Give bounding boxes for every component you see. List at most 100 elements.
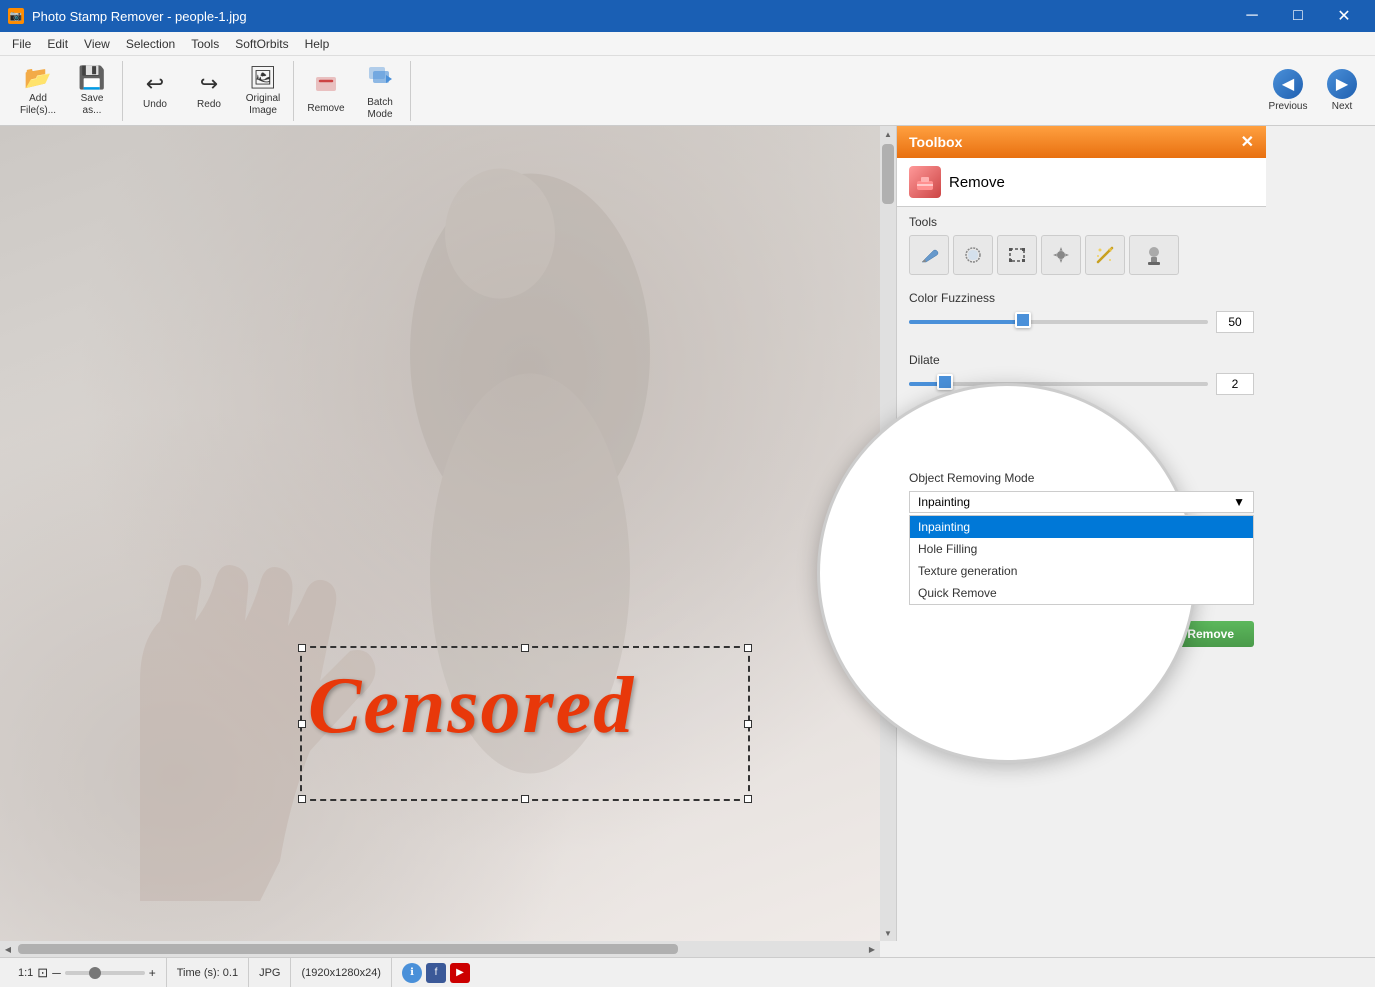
color-fuzziness-slider-row: 50 (909, 311, 1254, 333)
magic-select-tool-button[interactable] (953, 235, 993, 275)
canvas-image[interactable]: Censored (0, 126, 880, 941)
facebook-icon[interactable]: f (426, 963, 446, 983)
menu-softorbits[interactable]: SoftOrbits (227, 35, 296, 53)
pencil-icon (918, 244, 940, 266)
horizontal-scrollbar[interactable]: ◀ ▶ (0, 941, 880, 957)
zoom-fit-icon[interactable]: ⊡ (37, 965, 48, 981)
mode-dropdown[interactable]: Inpainting ▼ (909, 491, 1254, 513)
youtube-icon[interactable]: ▶ (450, 963, 470, 983)
scroll-down-arrow[interactable]: ▼ (880, 925, 896, 941)
color-fuzziness-track[interactable] (909, 320, 1208, 324)
undo-label: Undo (143, 99, 167, 111)
menu-tools[interactable]: Tools (183, 35, 227, 53)
app-icon: 📷 (8, 8, 24, 24)
remove-section-title: Remove (949, 174, 1005, 191)
save-as-button[interactable]: 💾 Saveas... (66, 63, 118, 119)
toolbar: 📂 AddFile(s)... 💾 Saveas... ↩ Undo ↪ Red… (0, 56, 1375, 126)
undo-button[interactable]: ↩ Undo (129, 63, 181, 119)
menu-selection[interactable]: Selection (118, 35, 183, 53)
dilate-thumb[interactable] (937, 374, 953, 390)
toolbox-panel: Toolbox ✕ Remove Tool (896, 126, 1266, 941)
toolbox-close-button[interactable]: ✕ (1241, 132, 1254, 152)
format-status: JPG (249, 958, 291, 987)
dilate-value[interactable]: 2 (1216, 373, 1254, 395)
zoom-minus-icon[interactable]: ─ (52, 966, 61, 980)
scroll-left-arrow[interactable]: ◀ (0, 941, 16, 957)
censored-watermark: Censored (308, 661, 635, 752)
zoom-slider-thumb[interactable] (89, 967, 101, 979)
scroll-right-arrow[interactable]: ▶ (864, 941, 880, 957)
current-mode-value: Inpainting (918, 495, 970, 509)
dilate-track[interactable] (909, 382, 1208, 386)
original-image-button[interactable]: 🖼 OriginalImage (237, 63, 289, 119)
previous-icon: ◀ (1273, 69, 1303, 99)
handle-top-left[interactable] (298, 644, 306, 652)
mode-texture-generation-item[interactable]: Texture generation (910, 560, 1253, 582)
redo-button[interactable]: ↪ Redo (183, 63, 235, 119)
batch-mode-button[interactable]: BatchMode (354, 63, 406, 119)
wand-tool-button[interactable] (1085, 235, 1125, 275)
previous-label: Previous (1269, 101, 1308, 112)
minimize-button[interactable]: ─ (1229, 0, 1275, 32)
tool-buttons-row (909, 235, 1254, 275)
format-value: JPG (259, 967, 280, 979)
color-fuzziness-label: Color Fuzziness (909, 291, 1254, 305)
menu-view[interactable]: View (76, 35, 118, 53)
remove-button[interactable]: Remove (300, 63, 352, 119)
gear-icon (1050, 244, 1072, 266)
close-button[interactable]: ✕ (1321, 0, 1367, 32)
handle-bottom-middle[interactable] (521, 795, 529, 803)
next-label: Next (1332, 101, 1353, 112)
color-fuzziness-value[interactable]: 50 (1216, 311, 1254, 333)
mode-quick-remove-item[interactable]: Quick Remove (910, 582, 1253, 604)
handle-top-middle[interactable] (521, 644, 529, 652)
magic-wand2-icon (1094, 244, 1116, 266)
gear-tool-button[interactable] (1041, 235, 1081, 275)
save-as-label: Saveas... (81, 93, 104, 117)
info-icon[interactable]: ℹ (402, 963, 422, 983)
scroll-thumb-horizontal[interactable] (18, 944, 678, 954)
mode-inpainting-item[interactable]: Inpainting (910, 516, 1253, 538)
time-status: Time (s): 0.1 (167, 958, 249, 987)
redo-icon: ↪ (200, 71, 218, 97)
dropdown-container: Object Removing Mode Inpainting ▼ Inpain… (897, 463, 1266, 613)
time-value: Time (s): 0.1 (177, 967, 238, 979)
dimensions-value: (1920x1280x24) (301, 967, 381, 979)
toolbox-header: Toolbox ✕ (897, 126, 1266, 158)
batch-mode-icon (366, 61, 394, 95)
zoom-slider-track[interactable] (65, 971, 145, 975)
handle-middle-left[interactable] (298, 720, 306, 728)
canvas-wrapper: Censored (0, 126, 880, 941)
zoom-plus-icon[interactable]: + (149, 966, 156, 980)
window-controls: ─ □ ✕ (1229, 0, 1367, 32)
zoom-status: 1:1 ⊡ ─ + (8, 958, 167, 987)
menu-file[interactable]: File (4, 35, 39, 53)
next-icon: ▶ (1327, 69, 1357, 99)
next-button[interactable]: ▶ Next (1317, 63, 1367, 119)
stamp-tool-button[interactable] (1129, 235, 1179, 275)
menu-help[interactable]: Help (297, 35, 338, 53)
title-bar: 📷 Photo Stamp Remover - people-1.jpg ─ □… (0, 0, 1375, 32)
scroll-thumb-vertical[interactable] (882, 144, 894, 204)
scroll-up-arrow[interactable]: ▲ (880, 126, 896, 142)
color-fuzziness-thumb[interactable] (1015, 312, 1031, 328)
handle-top-right[interactable] (744, 644, 752, 652)
mode-hole-filling-item[interactable]: Hole Filling (910, 538, 1253, 560)
handle-bottom-right[interactable] (744, 795, 752, 803)
rect-select-tool-button[interactable] (997, 235, 1037, 275)
dimensions-status: (1920x1280x24) (291, 958, 392, 987)
maximize-button[interactable]: □ (1275, 0, 1321, 32)
previous-button[interactable]: ◀ Previous (1263, 63, 1313, 119)
handle-middle-right[interactable] (744, 720, 752, 728)
tools-label: Tools (909, 215, 1254, 229)
menu-edit[interactable]: Edit (39, 35, 76, 53)
pencil-tool-button[interactable] (909, 235, 949, 275)
remove-icon (312, 67, 340, 101)
add-files-button[interactable]: 📂 AddFile(s)... (12, 63, 64, 119)
color-fuzziness-fill (909, 320, 1023, 324)
add-files-label: AddFile(s)... (20, 93, 56, 117)
mode-dropdown-list: Inpainting Hole Filling Texture generati… (909, 515, 1254, 605)
handle-bottom-left[interactable] (298, 795, 306, 803)
save-as-icon: 💾 (78, 65, 105, 91)
dilate-label: Dilate (909, 353, 1254, 367)
